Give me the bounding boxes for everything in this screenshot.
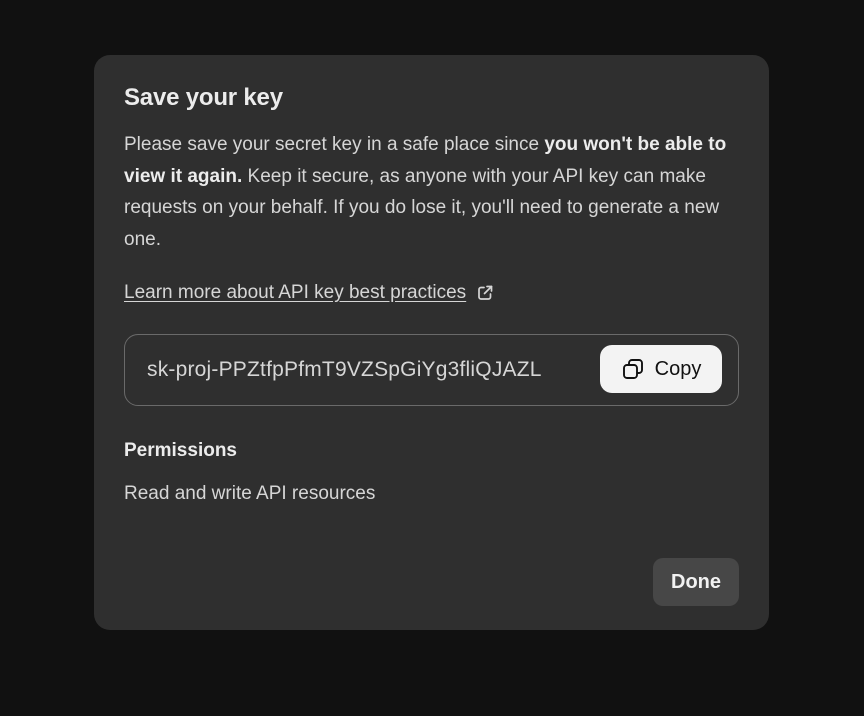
description-text-start: Please save your secret key in a safe pl…: [124, 134, 545, 155]
learn-more-label: Learn more about API key best practices: [124, 282, 467, 303]
save-key-dialog: Save your key Please save your secret ke…: [94, 55, 769, 630]
copy-button[interactable]: Copy: [600, 345, 722, 393]
copy-button-label: Copy: [654, 357, 702, 380]
secret-key-field: sk-proj-PPZtfpPfmT9VZSpGiYg3fliQJAZL Cop…: [124, 334, 739, 406]
secret-key-value[interactable]: sk-proj-PPZtfpPfmT9VZSpGiYg3fliQJAZL: [147, 357, 542, 383]
external-link-icon: [476, 284, 494, 302]
dialog-description: Please save your secret key in a safe pl…: [124, 129, 744, 255]
done-button[interactable]: Done: [653, 558, 739, 606]
copy-icon: [621, 357, 645, 381]
permissions-value: Read and write API resources: [124, 483, 376, 504]
permissions-heading: Permissions: [124, 440, 237, 461]
learn-more-link[interactable]: Learn more about API key best practices: [124, 280, 494, 306]
dialog-title: Save your key: [124, 84, 283, 111]
